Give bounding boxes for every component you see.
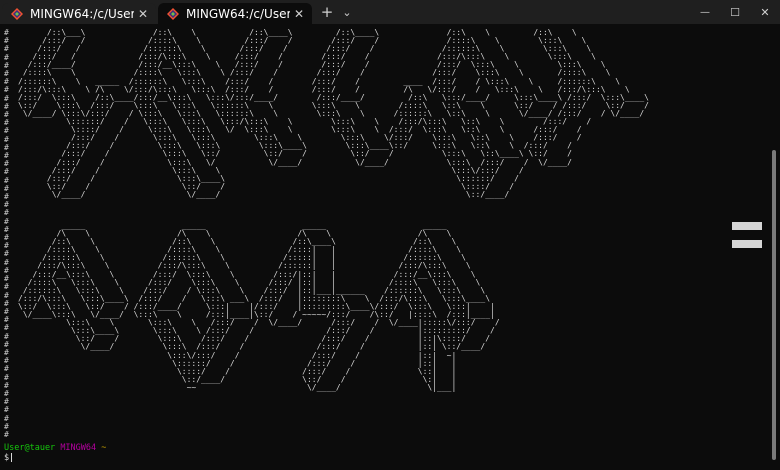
title-bar: MINGW64:/c/Users/Use ✕ MINGW64:/c/Users/… xyxy=(0,0,780,24)
maximize-button[interactable]: ☐ xyxy=(720,0,750,24)
close-window-button[interactable]: ✕ xyxy=(750,0,780,24)
prompt-user: User@tauer xyxy=(4,443,56,453)
scroll-mark xyxy=(732,240,762,248)
tab-title: MINGW64:/c/Users/Use xyxy=(30,6,134,21)
tab-title: MINGW64:/c/Users/Us xyxy=(186,6,290,21)
scroll-mark xyxy=(732,222,762,230)
tab-close-icon[interactable]: ✕ xyxy=(290,7,308,21)
prompt-line: User@tauer MINGW64 ~ xyxy=(4,443,106,453)
git-bash-icon xyxy=(167,7,179,20)
prompt-host: MINGW64 xyxy=(60,443,97,453)
ascii-art-bottom: _____ _____ _____ _____ /\ \ /\ \ /\ \ /… xyxy=(18,221,500,392)
chevron-down-icon[interactable]: ⌄ xyxy=(338,0,356,24)
scrollbar-thumb[interactable] xyxy=(772,150,776,460)
tab-close-icon[interactable]: ✕ xyxy=(134,7,152,21)
minimize-button[interactable]: — xyxy=(690,0,720,24)
new-tab-button[interactable]: + xyxy=(316,0,338,24)
ascii-art-top: /::\___\ /::\ \ /::\____\ /::\____\ /::\… xyxy=(18,28,649,199)
git-bash-icon xyxy=(11,7,23,20)
prompt-symbol: $ xyxy=(4,453,10,463)
text-cursor xyxy=(11,453,13,462)
terminal-window: MINGW64:/c/Users/Use ✕ MINGW64:/c/Users/… xyxy=(0,0,780,470)
prompt-path: ~ xyxy=(101,443,107,453)
command-line[interactable]: $ xyxy=(4,453,13,463)
comment-gutter: # # # # # # # # # # # # # # # # # # # # … xyxy=(4,28,9,439)
tab-mingw64-2[interactable]: MINGW64:/c/Users/Us ✕ xyxy=(158,3,312,24)
tab-mingw64-1[interactable]: MINGW64:/c/Users/Use ✕ xyxy=(2,3,156,24)
